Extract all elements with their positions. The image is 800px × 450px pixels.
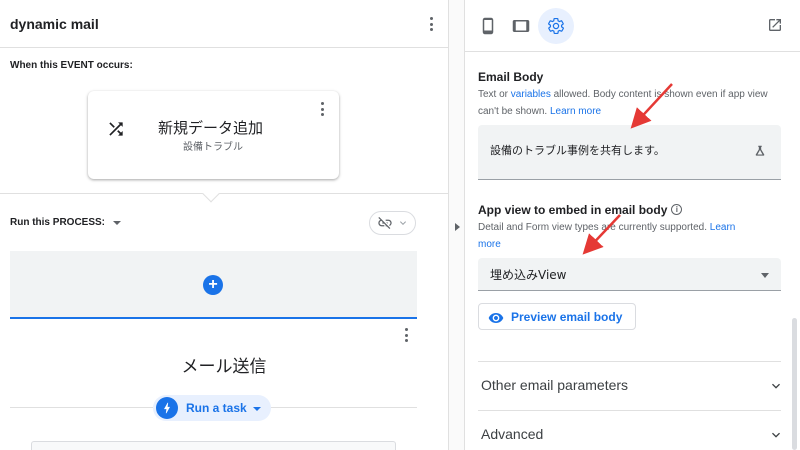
add-circle-icon[interactable]: + xyxy=(203,275,223,295)
panel-divider[interactable] xyxy=(448,0,465,450)
email-body-help: Text or variables allowed. Body content … xyxy=(478,86,773,120)
add-step-area[interactable]: + xyxy=(10,251,417,319)
shuffle-icon xyxy=(109,122,123,136)
app-view-select[interactable]: 埋め込みView xyxy=(478,258,781,291)
bolt-icon xyxy=(156,397,178,419)
section-divider xyxy=(478,410,781,411)
other-email-parameters-section[interactable]: Other email parameters xyxy=(481,377,628,393)
email-body-value[interactable]: 設備のトラブル事例を共有します。 xyxy=(490,142,665,158)
chevron-down-icon[interactable] xyxy=(768,427,784,443)
advanced-section[interactable]: Advanced xyxy=(481,426,543,442)
event-name: 新規データ追加 xyxy=(158,119,264,137)
variables-link[interactable]: variables xyxy=(511,89,551,100)
bot-title: dynamic mail xyxy=(10,16,99,32)
chevron-down-icon xyxy=(113,220,122,225)
tablet-icon[interactable] xyxy=(507,12,535,40)
event-more-icon[interactable] xyxy=(314,100,330,118)
learn-more-link[interactable]: Learn more xyxy=(550,106,601,117)
link-toggle[interactable] xyxy=(369,211,416,235)
properties-header xyxy=(465,0,800,52)
open-in-new-icon[interactable] xyxy=(767,17,783,38)
section-divider xyxy=(478,361,781,362)
event-card[interactable]: 新規データ追加 設備トラブル xyxy=(88,91,339,179)
email-body-field[interactable]: 設備のトラブル事例を共有します。 xyxy=(478,125,781,180)
run-task-label: Run a task xyxy=(186,401,247,415)
scrollbar[interactable] xyxy=(792,318,797,450)
preview-email-body-button[interactable]: Preview email body xyxy=(478,303,636,330)
app-view-help-text: Detail and Form view types are currently… xyxy=(478,222,710,233)
connector-line xyxy=(0,193,448,194)
dropdown-arrow-icon xyxy=(761,273,769,278)
eye-icon xyxy=(488,313,504,323)
chevron-down-icon xyxy=(399,221,406,225)
email-body-help-pre: Text or xyxy=(478,89,511,100)
workflow-editor-panel: dynamic mail When this EVENT occurs: 新規デ… xyxy=(0,0,448,450)
event-section-label: When this EVENT occurs: xyxy=(10,60,133,71)
link-off-icon xyxy=(377,217,392,229)
chevron-down-icon xyxy=(253,407,261,411)
flask-icon[interactable] xyxy=(753,144,767,163)
app-view-selected: 埋め込みView xyxy=(490,268,567,282)
collapse-arrow-icon[interactable] xyxy=(455,223,460,231)
app-view-title-text: App view to embed in email body xyxy=(478,203,668,217)
gear-icon[interactable] xyxy=(538,8,574,44)
connector-notch xyxy=(202,185,220,203)
email-body-title: Email Body xyxy=(478,70,544,84)
event-table: 設備トラブル xyxy=(183,142,243,153)
app-view-title: App view to embed in email body i xyxy=(478,203,683,217)
chevron-down-icon[interactable] xyxy=(768,378,784,394)
process-section-label[interactable]: Run this PROCESS: xyxy=(10,217,122,228)
more-menu-icon[interactable] xyxy=(423,15,439,33)
more-link[interactable]: more xyxy=(478,239,501,250)
learn-link[interactable]: Learn xyxy=(710,222,736,233)
app-view-help: Detail and Form view types are currently… xyxy=(478,219,773,253)
step-title: メール送信 xyxy=(181,357,267,377)
process-label-text: Run this PROCESS: xyxy=(10,217,106,228)
properties-panel: Email Body Text or variables allowed. Bo… xyxy=(465,0,800,450)
run-task-button[interactable]: Run a task xyxy=(153,395,271,421)
editor-header: dynamic mail xyxy=(0,0,448,48)
step-more-icon[interactable] xyxy=(398,326,414,344)
phone-icon[interactable] xyxy=(474,12,502,40)
step-config-box xyxy=(31,441,396,450)
preview-email-body-label: Preview email body xyxy=(511,310,623,324)
info-icon[interactable]: i xyxy=(671,204,683,216)
